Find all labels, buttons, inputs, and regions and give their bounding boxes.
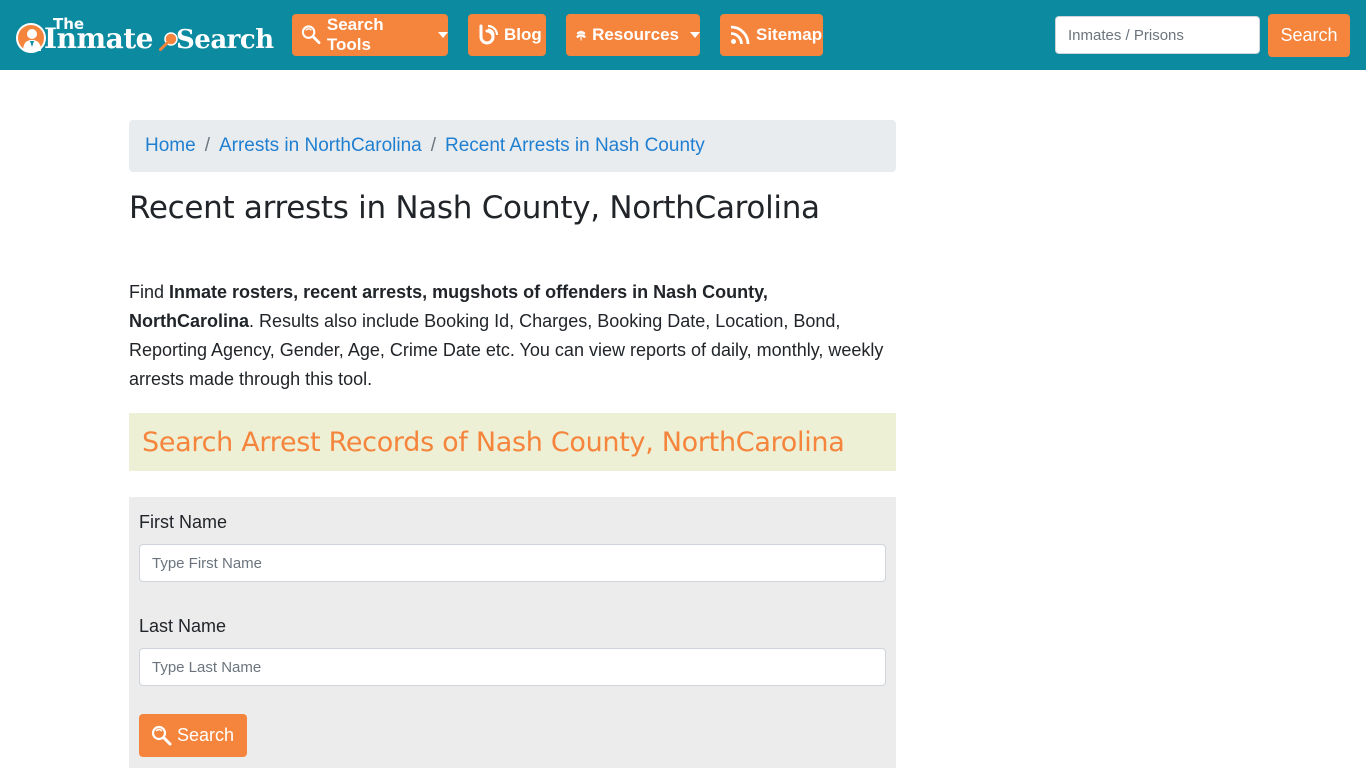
blog-label: Blog [504,25,542,44]
top-navbar: The Inmate Search Search Tools Blog Reso… [0,0,1366,70]
breadcrumb-home[interactable]: Home [145,135,196,157]
page-title: Recent arrests in Nash County, NorthCaro… [129,190,820,226]
leaf-icon [576,30,586,41]
sitemap-label: Sitemap [756,25,823,44]
search-icon [151,725,172,745]
breadcrumb-recent-arrests-county[interactable]: Recent Arrests in Nash County [445,135,705,157]
first-name-input[interactable] [139,544,886,582]
search-section-title: Search Arrest Records of Nash County, No… [142,426,845,458]
search-section-header: Search Arrest Records of Nash County, No… [129,413,896,471]
search-tools-icon [301,25,321,45]
inmate-person-icon [16,23,46,53]
blog-link[interactable]: Blog [468,14,546,56]
breadcrumb-separator: / [204,135,210,156]
breadcrumb-arrests-state[interactable]: Arrests in NorthCarolina [219,135,422,157]
search-tools-dropdown[interactable]: Search Tools [292,14,448,56]
arrest-search-button[interactable]: Search [139,714,247,757]
logo-text-inmate: Inmate [44,22,153,55]
resources-label: Resources [592,25,679,44]
top-search-button[interactable]: Search [1268,14,1350,57]
chevron-down-icon [690,32,700,38]
blog-icon [479,24,499,45]
intro-prefix: Find [129,282,170,302]
logo-text-search: Search [176,25,274,55]
arrest-search-label: Search [177,725,235,745]
intro-paragraph: Find Inmate rosters, recent arrests, mug… [129,278,896,394]
resources-dropdown[interactable]: Resources [566,14,700,56]
breadcrumb-separator: / [430,135,436,156]
site-logo[interactable]: The Inmate Search [14,14,274,58]
sitemap-link[interactable]: Sitemap [720,14,823,56]
first-name-label: First Name [139,512,228,532]
arrest-search-form: First Name Last Name Search [129,497,896,768]
search-tools-label: Search Tools [326,15,384,54]
last-name-input[interactable] [139,648,886,686]
rss-icon [730,25,750,45]
breadcrumb: Home / Arrests in NorthCarolina / Recent… [129,120,896,172]
chevron-down-icon [438,32,448,38]
inmate-prison-search-input[interactable] [1055,16,1260,54]
last-name-label: Last Name [139,616,227,636]
